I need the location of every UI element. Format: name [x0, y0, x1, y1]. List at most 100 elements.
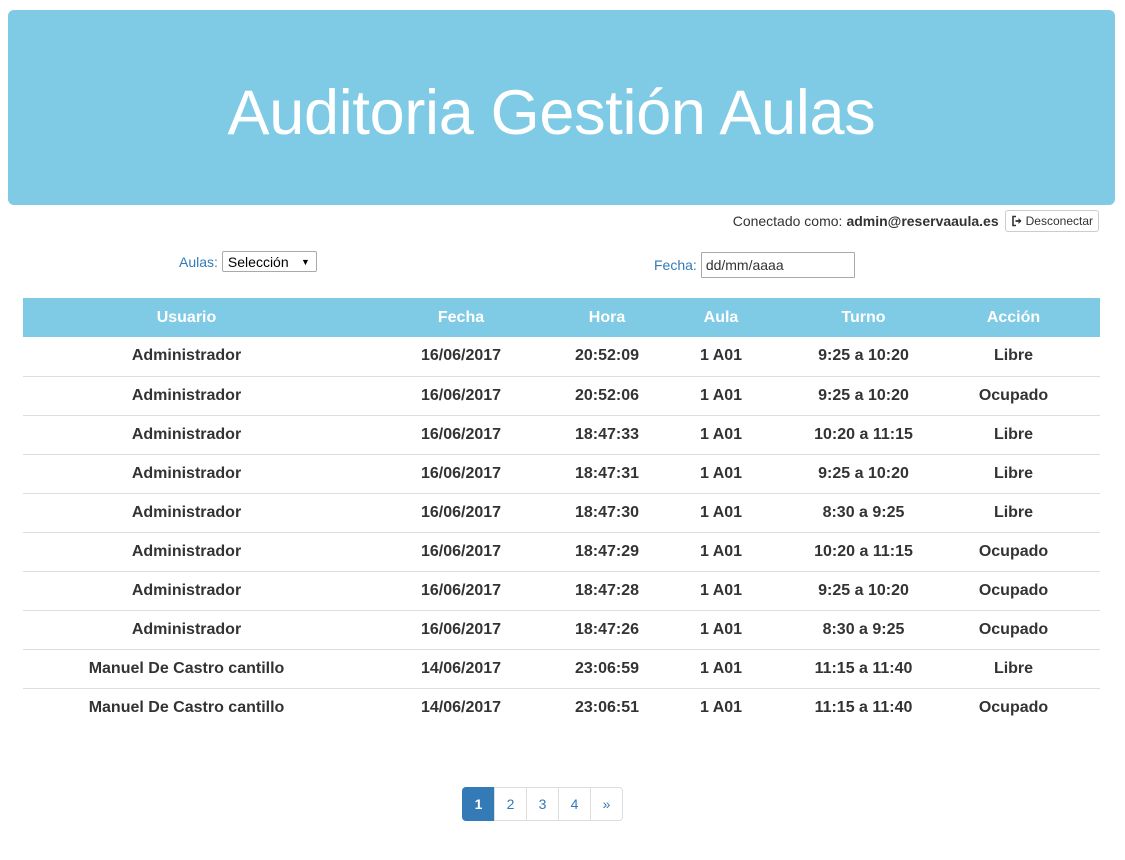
table-row: Administrador 16/06/2017 18:47:31 1 A01 …: [23, 454, 1100, 494]
page-4-link[interactable]: 4: [558, 787, 591, 821]
cell-hora: 20:52:09: [572, 337, 642, 377]
column-header-hora: Hora: [588, 308, 626, 326]
cell-accion: Ocupado: [978, 698, 1049, 716]
cell-hora: 18:47:29: [572, 532, 642, 572]
user-email: admin@reservaaula.es: [846, 213, 999, 229]
cell-turno: 11:15 a 11:40: [814, 698, 913, 716]
cell-turno: 9:25 a 10:20: [800, 337, 927, 377]
fecha-input[interactable]: [700, 252, 855, 278]
cell-accion: Ocupado: [927, 532, 1100, 572]
cell-usuario: Administrador: [23, 571, 350, 611]
cell-accion: Libre: [927, 454, 1100, 494]
table-row: Administrador 16/06/2017 18:47:30 1 A01 …: [23, 493, 1100, 533]
column-header-accion: Acción: [986, 308, 1041, 326]
cell-turno: 10:20 a 11:15: [800, 415, 927, 455]
aulas-select[interactable]: Selección ▼: [221, 251, 317, 272]
table-row: Administrador 16/06/2017 20:52:09 1 A01 …: [23, 337, 1100, 377]
cell-usuario: Administrador: [23, 454, 350, 494]
cell-turno: 9:25 a 10:20: [800, 376, 927, 416]
cell-fecha: 14/06/2017: [420, 698, 502, 716]
cell-hora: 18:47:31: [572, 454, 642, 494]
cell-turno: 10:20 a 11:15: [800, 532, 927, 572]
page-2-link[interactable]: 2: [494, 787, 527, 821]
aulas-selected-value: Selección: [227, 254, 289, 270]
cell-fecha: 16/06/2017: [350, 337, 572, 377]
table-row: Administrador 16/06/2017 20:52:06 1 A01 …: [23, 376, 1100, 416]
cell-accion: Libre: [927, 415, 1100, 455]
sign-out-icon: [1011, 215, 1023, 227]
column-header-fecha: Fecha: [437, 308, 485, 326]
cell-turno: 11:15 a 11:40: [800, 649, 927, 689]
cell-aula: 1 A01: [642, 337, 800, 377]
cell-aula: 1 A01: [642, 376, 800, 416]
cell-accion: Libre: [927, 337, 1100, 377]
page-header: Auditoria Gestión Aulas: [8, 10, 1115, 205]
fecha-filter: Fecha:: [654, 252, 855, 278]
table-row: Manuel De Castro cantillo 14/06/2017 23:…: [23, 649, 1100, 689]
cell-accion: Ocupado: [927, 610, 1100, 650]
cell-usuario: Administrador: [23, 493, 350, 533]
cell-aula: 1 A01: [642, 649, 800, 689]
cell-turno: 8:30 a 9:25: [800, 610, 927, 650]
cell-turno: 8:30 a 9:25: [800, 493, 927, 533]
cell-fecha: 16/06/2017: [350, 610, 572, 650]
page-title: Auditoria Gestión Aulas: [227, 78, 876, 148]
cell-hora: 23:06:51: [574, 698, 640, 716]
cell-aula: 1 A01: [642, 454, 800, 494]
table-header-row: Usuario Fecha Hora Aula Turno Acción: [23, 298, 1100, 337]
cell-aula: 1 A01: [642, 610, 800, 650]
cell-hora: 18:47:28: [572, 571, 642, 611]
connected-label: Conectado como:: [732, 213, 843, 229]
cell-usuario: Administrador: [23, 376, 350, 416]
table-row: Administrador 16/06/2017 18:47:29 1 A01 …: [23, 532, 1100, 572]
cell-aula: 1 A01: [642, 493, 800, 533]
column-header-usuario: Usuario: [156, 308, 217, 326]
cell-hora: 18:47:33: [572, 415, 642, 455]
cell-hora: 18:47:30: [572, 493, 642, 533]
cell-usuario: Manuel De Castro cantillo: [88, 698, 285, 716]
table-row: Administrador 16/06/2017 18:47:28 1 A01 …: [23, 571, 1100, 611]
cell-turno: 9:25 a 10:20: [800, 571, 927, 611]
column-header-turno: Turno: [841, 308, 886, 326]
dropdown-arrow-icon: ▼: [301, 257, 310, 267]
cell-hora: 20:52:06: [572, 376, 642, 416]
cell-accion: Ocupado: [927, 376, 1100, 416]
logout-label: Desconectar: [1025, 214, 1093, 228]
next-page-link[interactable]: »: [590, 787, 623, 821]
aulas-filter: Aulas: Selección ▼: [179, 251, 317, 272]
cell-accion: Ocupado: [927, 571, 1100, 611]
page-3-link[interactable]: 3: [526, 787, 559, 821]
cell-aula: 1 A01: [699, 698, 743, 716]
cell-accion: Libre: [927, 649, 1100, 689]
cell-fecha: 16/06/2017: [350, 571, 572, 611]
cell-hora: 18:47:26: [572, 610, 642, 650]
cell-fecha: 14/06/2017: [350, 649, 572, 689]
cell-fecha: 16/06/2017: [350, 532, 572, 572]
cell-fecha: 16/06/2017: [350, 415, 572, 455]
cell-aula: 1 A01: [642, 532, 800, 572]
cell-accion: Libre: [927, 493, 1100, 533]
cell-usuario: Administrador: [23, 610, 350, 650]
cell-fecha: 16/06/2017: [350, 376, 572, 416]
pagination: 1 2 3 4 »: [462, 787, 623, 821]
audit-table: Usuario Fecha Hora Aula Turno Acción Adm…: [23, 298, 1100, 727]
table-row: Manuel De Castro cantillo 14/06/2017 23:…: [23, 688, 1100, 727]
cell-usuario: Manuel De Castro cantillo: [23, 649, 350, 689]
cell-fecha: 16/06/2017: [350, 493, 572, 533]
page-1-link[interactable]: 1: [462, 787, 495, 821]
table-row: Administrador 16/06/2017 18:47:26 1 A01 …: [23, 610, 1100, 650]
table-row: Administrador 16/06/2017 18:47:33 1 A01 …: [23, 415, 1100, 455]
fecha-label: Fecha:: [654, 257, 697, 273]
logout-button[interactable]: Desconectar: [1004, 210, 1099, 232]
cell-turno: 9:25 a 10:20: [800, 454, 927, 494]
user-bar: Conectado como: admin@reservaaula.es Des…: [733, 210, 1099, 232]
cell-hora: 23:06:59: [572, 649, 642, 689]
cell-usuario: Administrador: [23, 532, 350, 572]
cell-aula: 1 A01: [642, 415, 800, 455]
cell-usuario: Administrador: [23, 415, 350, 455]
cell-fecha: 16/06/2017: [350, 454, 572, 494]
cell-usuario: Administrador: [23, 337, 350, 377]
cell-aula: 1 A01: [642, 571, 800, 611]
column-header-aula: Aula: [703, 308, 739, 326]
aulas-label: Aulas:: [179, 253, 218, 270]
